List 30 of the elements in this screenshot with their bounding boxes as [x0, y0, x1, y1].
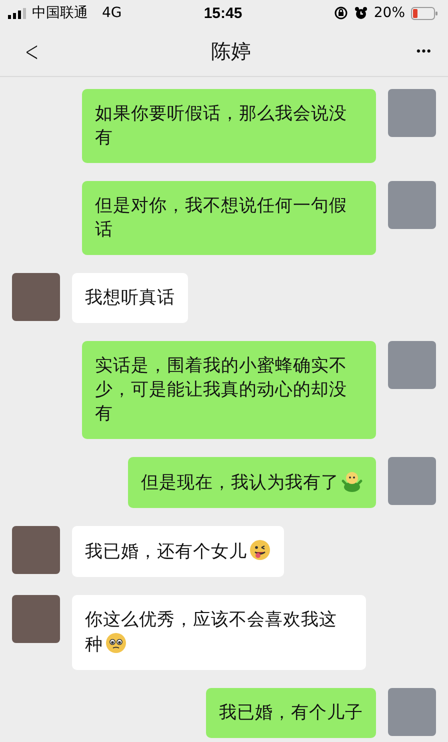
winking-face-icon	[249, 539, 271, 561]
message-bubble: 实话是，围着我的小蜜蜂确实不少，可是能让我真的动心的却没有	[82, 341, 376, 439]
battery-percent: 20%	[374, 5, 405, 21]
avatar-photo-placeholder[interactable]	[12, 273, 60, 321]
message-bubble: 你这么优秀，应该不会喜欢我这种	[72, 595, 366, 670]
status-time: 15:45	[204, 4, 242, 22]
more-button[interactable]: •••	[412, 44, 436, 58]
back-button[interactable]: <	[21, 34, 42, 68]
message-bubble: 如果你要听假话，那么我会说没有	[82, 89, 376, 163]
network-type: 4G	[102, 5, 122, 21]
avatar-photo-placeholder[interactable]	[12, 595, 60, 643]
avatar-photo-placeholder[interactable]	[388, 89, 436, 137]
message-bubble: 但是现在，我认为我有了	[128, 457, 376, 508]
signal-icon	[8, 8, 26, 18]
avatar-photo-placeholder[interactable]	[12, 526, 60, 574]
rotation-lock-icon	[334, 6, 348, 20]
message-bubble: 我已婚，有个儿子	[206, 688, 376, 738]
alarm-clock-icon	[354, 6, 368, 20]
message-bubble: 我想听真话	[72, 273, 188, 323]
avatar-photo-placeholder[interactable]	[388, 341, 436, 389]
sprout-sticker-icon	[341, 470, 363, 492]
battery-icon	[411, 6, 438, 20]
avatar-photo-placeholder[interactable]	[388, 457, 436, 505]
avatar-photo-placeholder[interactable]	[388, 181, 436, 229]
pleading-face-icon	[105, 632, 127, 654]
carrier-name: 中国联通	[32, 4, 88, 22]
message-bubble: 我已婚，还有个女儿	[72, 526, 284, 577]
avatar-photo-placeholder[interactable]	[388, 688, 436, 736]
chat-title: 陈婷	[210, 38, 251, 64]
message-bubble: 但是对你，我不想说任何一句假话	[82, 181, 376, 255]
